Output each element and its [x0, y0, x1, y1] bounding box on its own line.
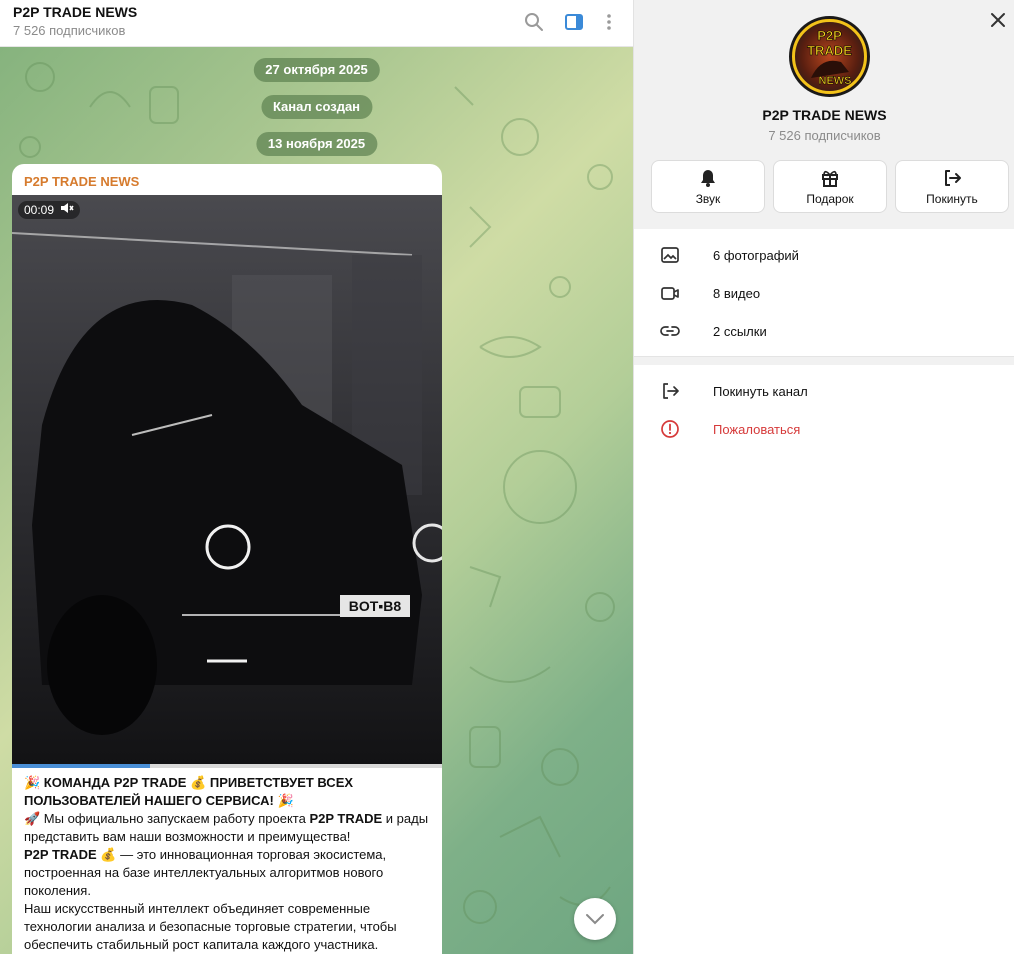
media-videos-label: 8 видео [713, 285, 761, 301]
video-frame: BOT▪B8 [12, 195, 442, 767]
channel-info-panel: P2P TRADE NEWS P2P TRADE NEWS 7 526 подп… [633, 0, 1014, 954]
video-timer[interactable]: 00:09 [18, 201, 81, 220]
channel-subscribers: 7 526 подписчиков [768, 128, 881, 143]
message-text: 🎉 КОМАНДА P2P TRADE 💰 ПРИВЕТСТВУЕТ ВСЕХ П… [24, 774, 432, 954]
media-links-row[interactable]: 2 ссылки [634, 312, 1014, 350]
chat-title[interactable]: P2P TRADE NEWS [13, 4, 137, 20]
channel-avatar[interactable]: P2P TRADE NEWS [789, 16, 870, 97]
message-author[interactable]: P2P TRADE NEWS [24, 174, 139, 189]
scroll-to-bottom-button[interactable] [574, 898, 616, 940]
svg-text:P2P: P2P [817, 28, 842, 43]
svg-text:TRADE: TRADE [807, 43, 852, 58]
leave-icon [658, 379, 682, 403]
license-plate: BOT▪B8 [349, 598, 402, 614]
search-icon[interactable] [522, 10, 546, 34]
leave-button[interactable]: Покинуть [895, 160, 1009, 213]
message-line-ai: Наш искусственный интеллект объединяет с… [24, 901, 397, 952]
sidebar-toggle-icon[interactable] [562, 10, 586, 34]
channel-info-header: P2P TRADE NEWS P2P TRADE NEWS 7 526 подп… [634, 0, 1014, 229]
section-divider [634, 356, 1014, 365]
chevron-down-icon [586, 914, 604, 925]
video-icon [658, 281, 682, 305]
leave-channel-row[interactable]: Покинуть канал [634, 372, 1014, 410]
report-row[interactable]: Пожаловаться [634, 410, 1014, 448]
media-photos-row[interactable]: 6 фотографий [634, 236, 1014, 274]
chat-area: P2P TRADE NEWS 7 526 подписчиков 27 октя… [0, 0, 633, 954]
more-options-icon[interactable] [597, 10, 621, 34]
svg-text:NEWS: NEWS [819, 75, 852, 87]
media-videos-row[interactable]: 8 видео [634, 274, 1014, 312]
date-separator: 13 ноября 2025 [255, 132, 378, 156]
service-message-channel-created: Канал создан [260, 95, 373, 119]
warning-icon [658, 417, 682, 441]
channel-name: P2P TRADE NEWS [762, 107, 887, 123]
mute-button-label: Звук [695, 191, 721, 206]
leave-button-label: Покинуть [926, 191, 978, 206]
message-line-ecosystem: P2P TRADE 💰 — это инновационная торговая… [24, 847, 387, 898]
video-player[interactable]: BOT▪B8 00:09 [12, 195, 442, 767]
video-time-label: 00:09 [24, 203, 55, 217]
gift-button[interactable]: Подарок [773, 160, 887, 213]
link-icon [658, 319, 682, 343]
leave-channel-label: Покинуть канал [713, 383, 808, 399]
media-links-label: 2 ссылки [713, 323, 767, 339]
photo-icon [658, 243, 682, 267]
close-panel-button[interactable] [987, 9, 1009, 31]
mute-button[interactable]: Звук [651, 160, 765, 213]
video-progress-fill [12, 764, 150, 768]
message-line-headline: 🎉 КОМАНДА P2P TRADE 💰 ПРИВЕТСТВУЕТ ВСЕХ П… [24, 775, 354, 808]
telegram-window: P2P TRADE NEWS 7 526 подписчиков 27 октя… [0, 0, 1014, 954]
report-label: Пожаловаться [713, 421, 801, 437]
message-line-launch: 🚀 Мы официально запускаем работу проекта… [24, 811, 429, 844]
date-separator: 27 октября 2025 [253, 58, 380, 82]
video-progress-bar[interactable] [12, 764, 442, 768]
message-bubble[interactable]: P2P TRADE NEWS BOT▪B8 00:09 🎉 КОМАНДА P2… [12, 164, 442, 954]
channel-logo: P2P TRADE NEWS [791, 18, 868, 95]
media-photos-label: 6 фотографий [713, 247, 799, 263]
gift-icon [822, 170, 838, 187]
close-icon [991, 13, 1005, 27]
gift-button-label: Подарок [806, 191, 854, 206]
chat-header[interactable]: P2P TRADE NEWS 7 526 подписчиков [0, 0, 633, 47]
muted-speaker-icon[interactable] [60, 201, 74, 220]
chat-subscribers: 7 526 подписчиков [13, 23, 126, 38]
leave-icon [945, 169, 961, 186]
bell-icon [701, 169, 715, 187]
